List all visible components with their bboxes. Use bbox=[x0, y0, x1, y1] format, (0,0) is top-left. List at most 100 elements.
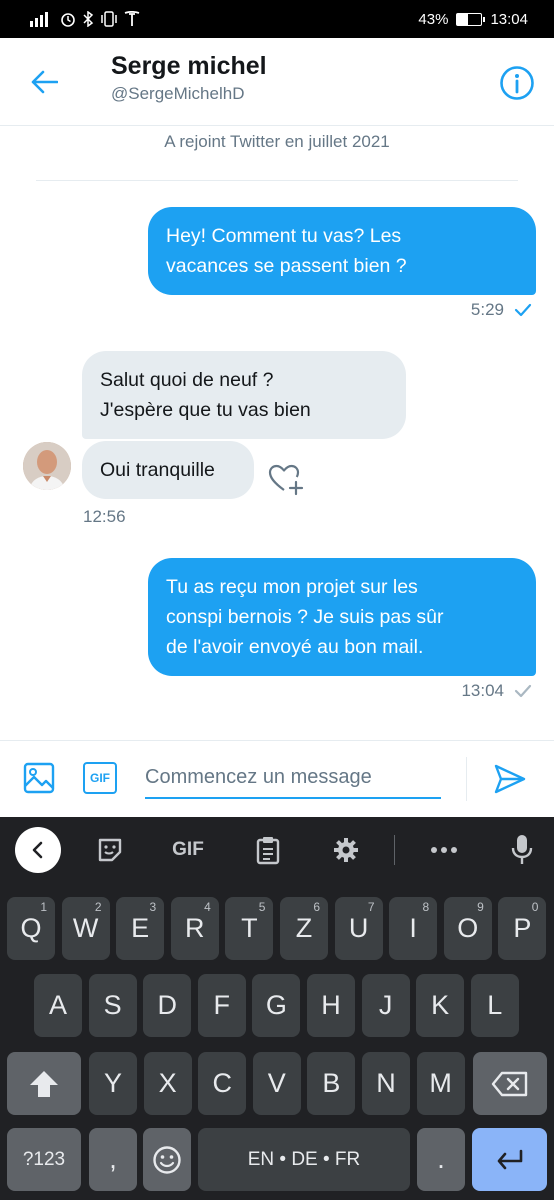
voice-input-button[interactable] bbox=[502, 830, 542, 870]
send-icon bbox=[494, 764, 526, 794]
composer-divider bbox=[466, 757, 467, 801]
key-label: R bbox=[185, 913, 205, 943]
key-s[interactable]: S bbox=[88, 974, 137, 1037]
screen: 43% 13:04 Serge michel @SergeMichelhD A … bbox=[0, 0, 554, 1200]
message-bubble-received[interactable]: Oui tranquille bbox=[82, 441, 254, 499]
symbols-key[interactable]: ?123 bbox=[7, 1128, 81, 1191]
shift-key[interactable] bbox=[7, 1052, 81, 1115]
key-label: C bbox=[212, 1068, 232, 1098]
key-hint: 1 bbox=[40, 900, 47, 914]
key-c[interactable]: C bbox=[198, 1052, 247, 1115]
avatar-photo bbox=[23, 442, 71, 490]
info-button[interactable] bbox=[498, 64, 536, 102]
message-bubble-sent[interactable]: Hey! Comment tu vas? Les vacances se pas… bbox=[148, 207, 536, 295]
back-button[interactable] bbox=[26, 64, 62, 100]
status-time: 13:04 bbox=[490, 10, 528, 28]
key-label: E bbox=[131, 913, 150, 943]
image-icon bbox=[23, 762, 55, 794]
status-bar: 43% 13:04 bbox=[0, 0, 554, 38]
key-n[interactable]: N bbox=[362, 1052, 410, 1115]
tesla-icon bbox=[124, 11, 140, 26]
battery-level bbox=[457, 13, 468, 25]
key-h[interactable]: H bbox=[307, 974, 355, 1037]
joined-notice: A rejoint Twitter en juillet 2021 bbox=[164, 132, 390, 151]
status-right: 43% 13:04 bbox=[418, 11, 528, 28]
message-bubble-received[interactable]: Salut quoi de neuf ? J'espère que tu vas… bbox=[82, 351, 406, 439]
key-hint: 3 bbox=[149, 900, 157, 914]
key-e[interactable]: E3 bbox=[116, 897, 165, 960]
contact-name[interactable]: Serge michel bbox=[111, 52, 267, 81]
like-message-button[interactable] bbox=[267, 462, 305, 498]
signal-icon bbox=[30, 12, 48, 27]
key-label: F bbox=[213, 990, 231, 1020]
key-u[interactable]: U7 bbox=[334, 897, 383, 960]
key-k[interactable]: K bbox=[416, 974, 465, 1037]
key-label: J bbox=[378, 990, 393, 1020]
emoji-key[interactable] bbox=[143, 1128, 191, 1191]
key-a[interactable]: A bbox=[34, 974, 82, 1037]
key-p[interactable]: P0 bbox=[498, 897, 547, 960]
message-time: 13:04 bbox=[461, 681, 504, 700]
info-icon bbox=[500, 66, 534, 100]
sticker-button[interactable] bbox=[90, 830, 130, 870]
alarm-icon bbox=[61, 13, 75, 27]
vibrate-icon bbox=[101, 11, 117, 27]
key-x[interactable]: X bbox=[143, 1052, 192, 1115]
add-gif-button[interactable]: GIF bbox=[83, 762, 117, 794]
key-m[interactable]: M bbox=[416, 1052, 465, 1115]
message-meta: 12:56 bbox=[83, 507, 126, 527]
period-key[interactable]: . bbox=[417, 1128, 465, 1191]
keyboard-settings-button[interactable] bbox=[326, 830, 366, 870]
key-label: G bbox=[265, 990, 287, 1020]
send-button[interactable] bbox=[492, 761, 528, 797]
keyboard-gif-button[interactable]: GIF bbox=[165, 830, 211, 870]
more-horizontal-icon bbox=[431, 847, 457, 853]
key-v[interactable]: V bbox=[252, 1052, 301, 1115]
more-options-button[interactable] bbox=[424, 830, 464, 870]
key-hint: 8 bbox=[422, 900, 430, 914]
key-g[interactable]: G bbox=[252, 974, 301, 1037]
key-l[interactable]: L bbox=[470, 974, 519, 1037]
key-hint: 6 bbox=[313, 900, 320, 914]
key-q[interactable]: Q1 bbox=[7, 897, 55, 960]
backspace-key[interactable] bbox=[473, 1052, 547, 1115]
enter-arrow-icon bbox=[497, 1149, 522, 1169]
key-r[interactable]: R4 bbox=[170, 897, 219, 960]
key-i[interactable]: I8 bbox=[389, 897, 438, 960]
message-bubble-sent[interactable]: Tu as reçu mon projet sur les conspi ber… bbox=[148, 558, 536, 676]
key-label: O bbox=[457, 913, 479, 943]
add-photo-button[interactable] bbox=[22, 761, 56, 795]
contact-avatar[interactable] bbox=[23, 442, 71, 490]
key-label: K bbox=[431, 990, 450, 1020]
key-label: W bbox=[72, 913, 99, 943]
key-label: I bbox=[409, 913, 417, 943]
message-time: 5:29 bbox=[470, 300, 504, 319]
bluetooth-icon bbox=[83, 11, 94, 27]
key-j[interactable]: J bbox=[361, 974, 410, 1037]
key-label: D bbox=[157, 990, 177, 1020]
heart-plus-icon bbox=[268, 464, 304, 496]
key-y[interactable]: Y bbox=[89, 1052, 137, 1115]
enter-key[interactable] bbox=[472, 1128, 547, 1191]
sticker-icon bbox=[98, 838, 122, 862]
key-d[interactable]: D bbox=[143, 974, 192, 1037]
space-key[interactable]: EN • DE • FR bbox=[198, 1128, 410, 1191]
keyboard-collapse-button[interactable] bbox=[15, 827, 61, 873]
key-z[interactable]: Z6 bbox=[280, 897, 328, 960]
key-t[interactable]: T5 bbox=[225, 897, 274, 960]
battery-percent: 43% bbox=[418, 10, 449, 28]
keyboard-toolbar: GIF bbox=[0, 817, 554, 883]
comma-key[interactable]: , bbox=[89, 1128, 137, 1191]
key-w[interactable]: W2 bbox=[61, 897, 110, 960]
message-input[interactable] bbox=[145, 757, 441, 799]
gear-icon bbox=[334, 838, 358, 862]
seen-check-icon bbox=[514, 303, 532, 317]
conversation-header: Serge michel @SergeMichelhD bbox=[0, 38, 554, 126]
key-b[interactable]: B bbox=[307, 1052, 356, 1115]
clipboard-button[interactable] bbox=[248, 830, 288, 870]
key-label: B bbox=[322, 1068, 341, 1098]
key-f[interactable]: F bbox=[197, 974, 246, 1037]
key-o[interactable]: O9 bbox=[443, 897, 492, 960]
contact-handle[interactable]: @SergeMichelhD bbox=[111, 84, 244, 104]
key-hint: 2 bbox=[94, 900, 102, 914]
